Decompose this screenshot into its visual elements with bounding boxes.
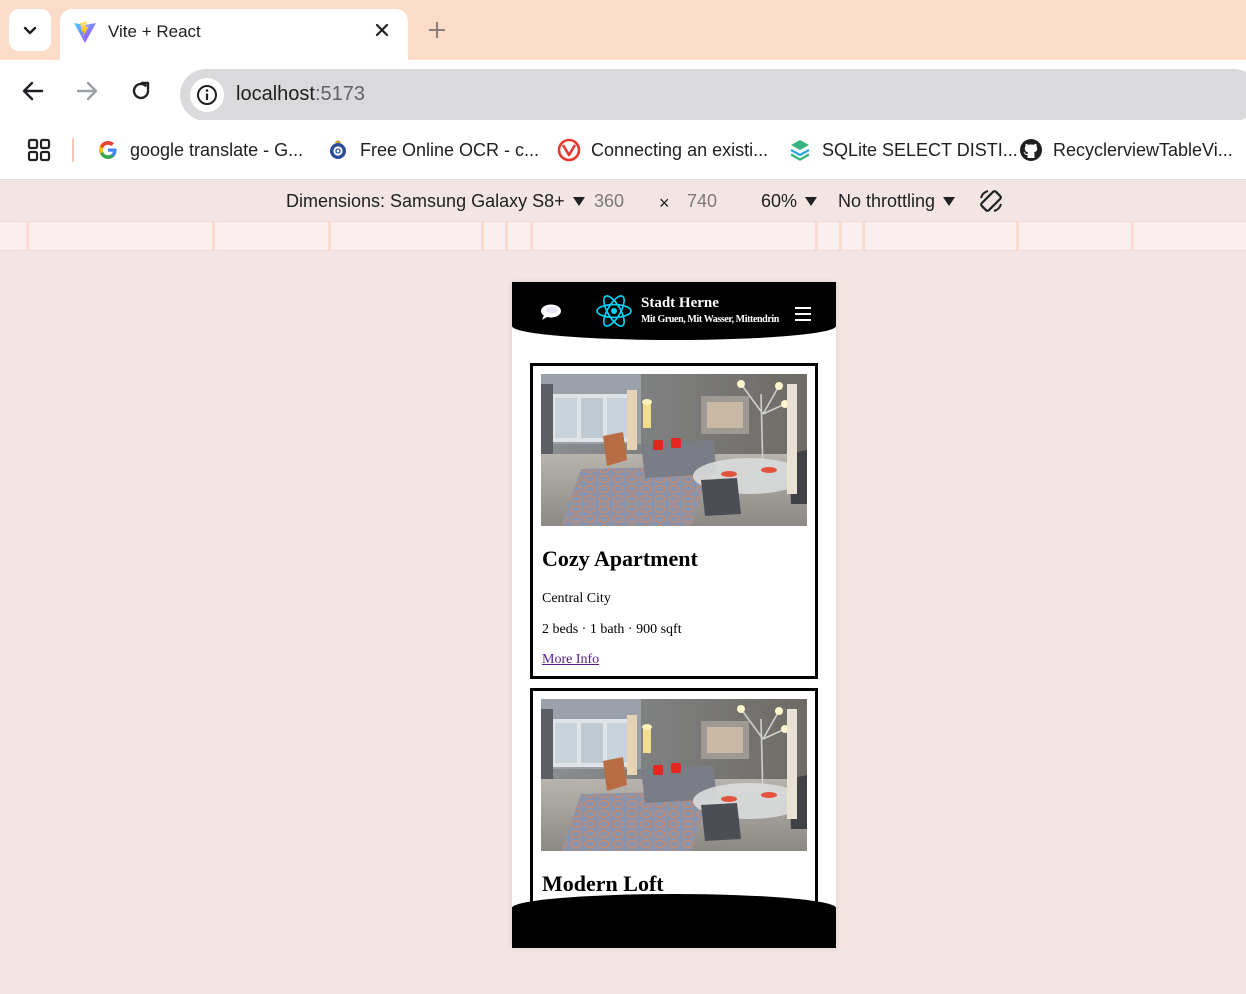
device-viewport: Stadt Herne Mit Gruen, Mit Wasser, Mitte… [512, 282, 836, 948]
tab-search-button[interactable] [9, 9, 51, 51]
device-height-input[interactable]: 740 [687, 191, 717, 212]
listing-title: Cozy Apartment [542, 546, 698, 571]
listing-specs: 2 beds · 1 bath · 900 sqft [542, 622, 682, 637]
bookmarks-bar: google translate - G... O Free Online OC… [0, 120, 1246, 180]
sqlite-icon [788, 138, 812, 162]
dropdown-triangle-icon [943, 197, 956, 206]
reload-icon [132, 81, 150, 100]
bookmark-sqlite[interactable]: SQLite SELECT DISTI... [788, 136, 1018, 164]
plus-icon [429, 22, 445, 38]
url-host: localhost [236, 83, 315, 105]
dimension-separator: × [659, 193, 670, 213]
bookmark-label: RecyclerviewTableVi... [1053, 139, 1233, 160]
arrow-right-icon [76, 81, 98, 101]
close-tab-button[interactable] [370, 18, 394, 42]
reload-button[interactable] [124, 74, 158, 108]
bookmark-label: Connecting an existi... [591, 139, 769, 160]
arrow-left-icon [22, 81, 44, 101]
brand-title: Stadt Herne [641, 295, 719, 311]
app-footer [512, 894, 836, 948]
new-tab-button[interactable] [422, 15, 452, 45]
bookmark-label: SQLite SELECT DISTI... [822, 139, 1018, 160]
device-dimensions-label: Dimensions: Samsung Galaxy S8+ [286, 191, 565, 211]
site-info-button[interactable] [190, 78, 224, 112]
rotate-button[interactable] [977, 187, 1005, 215]
react-logo-icon [596, 295, 632, 327]
brand-subtitle: Mit Gruen, Mit Wasser, Mittendrin [641, 314, 779, 325]
device-dimensions-select[interactable]: Dimensions: Samsung Galaxy S8+ [286, 191, 585, 212]
listing-image [541, 699, 807, 851]
more-info-link[interactable]: More Info [542, 652, 599, 668]
listing-location: Central City [542, 591, 611, 606]
ocr-icon: O [326, 138, 350, 162]
zoom-select[interactable]: 60% [761, 191, 818, 212]
tab-strip: Vite + React [0, 0, 1246, 60]
info-icon [197, 85, 217, 105]
bookmark-free-ocr[interactable]: O Free Online OCR - c... [326, 136, 539, 164]
throttling-select[interactable]: No throttling [838, 191, 956, 212]
svg-text:O: O [335, 148, 341, 156]
listing-card: Cozy Apartment Central City 2 beds · 1 b… [530, 363, 818, 679]
app-header: Stadt Herne Mit Gruen, Mit Wasser, Mitte… [512, 282, 836, 340]
google-icon [96, 138, 120, 162]
bookmark-google-translate[interactable]: google translate - G... [96, 136, 303, 164]
url-port: :5173 [314, 83, 365, 105]
hamburger-menu-icon[interactable] [795, 307, 811, 321]
connect-icon [557, 138, 581, 162]
bookmark-label: Free Online OCR - c... [360, 139, 540, 160]
close-icon [375, 23, 389, 37]
dropdown-triangle-icon [572, 197, 585, 206]
bookmarks-divider [72, 138, 74, 162]
vite-icon [74, 21, 96, 43]
active-tab[interactable]: Vite + React [60, 9, 408, 60]
browser-toolbar: localhost:5173 [0, 60, 1246, 121]
url-text: localhost:5173 [236, 83, 365, 106]
chevron-down-icon [23, 26, 37, 35]
throttling-label: No throttling [838, 191, 936, 211]
bookmark-recyclerview[interactable]: RecyclerviewTableVi... [1019, 136, 1233, 164]
address-bar[interactable]: localhost:5173 [180, 69, 1246, 121]
zoom-label: 60% [761, 191, 798, 211]
dropdown-triangle-icon [805, 197, 818, 206]
device-toolbar: Dimensions: Samsung Galaxy S8+ 360 × 740… [0, 181, 1246, 221]
apps-grid-icon[interactable] [26, 137, 52, 163]
tab-title: Vite + React [108, 22, 201, 41]
listing-image [541, 374, 807, 526]
device-width-input[interactable]: 360 [594, 191, 624, 212]
back-button[interactable] [16, 74, 50, 108]
bookmark-label: google translate - G... [130, 139, 304, 160]
bookmark-connecting[interactable]: Connecting an existi... [557, 136, 768, 164]
forward-button[interactable] [70, 74, 104, 108]
rotate-icon [980, 190, 1002, 212]
listing-title: Modern Loft [542, 871, 664, 896]
media-query-bar[interactable] [0, 221, 1246, 251]
chat-icon[interactable] [539, 303, 563, 321]
github-icon [1019, 138, 1043, 162]
